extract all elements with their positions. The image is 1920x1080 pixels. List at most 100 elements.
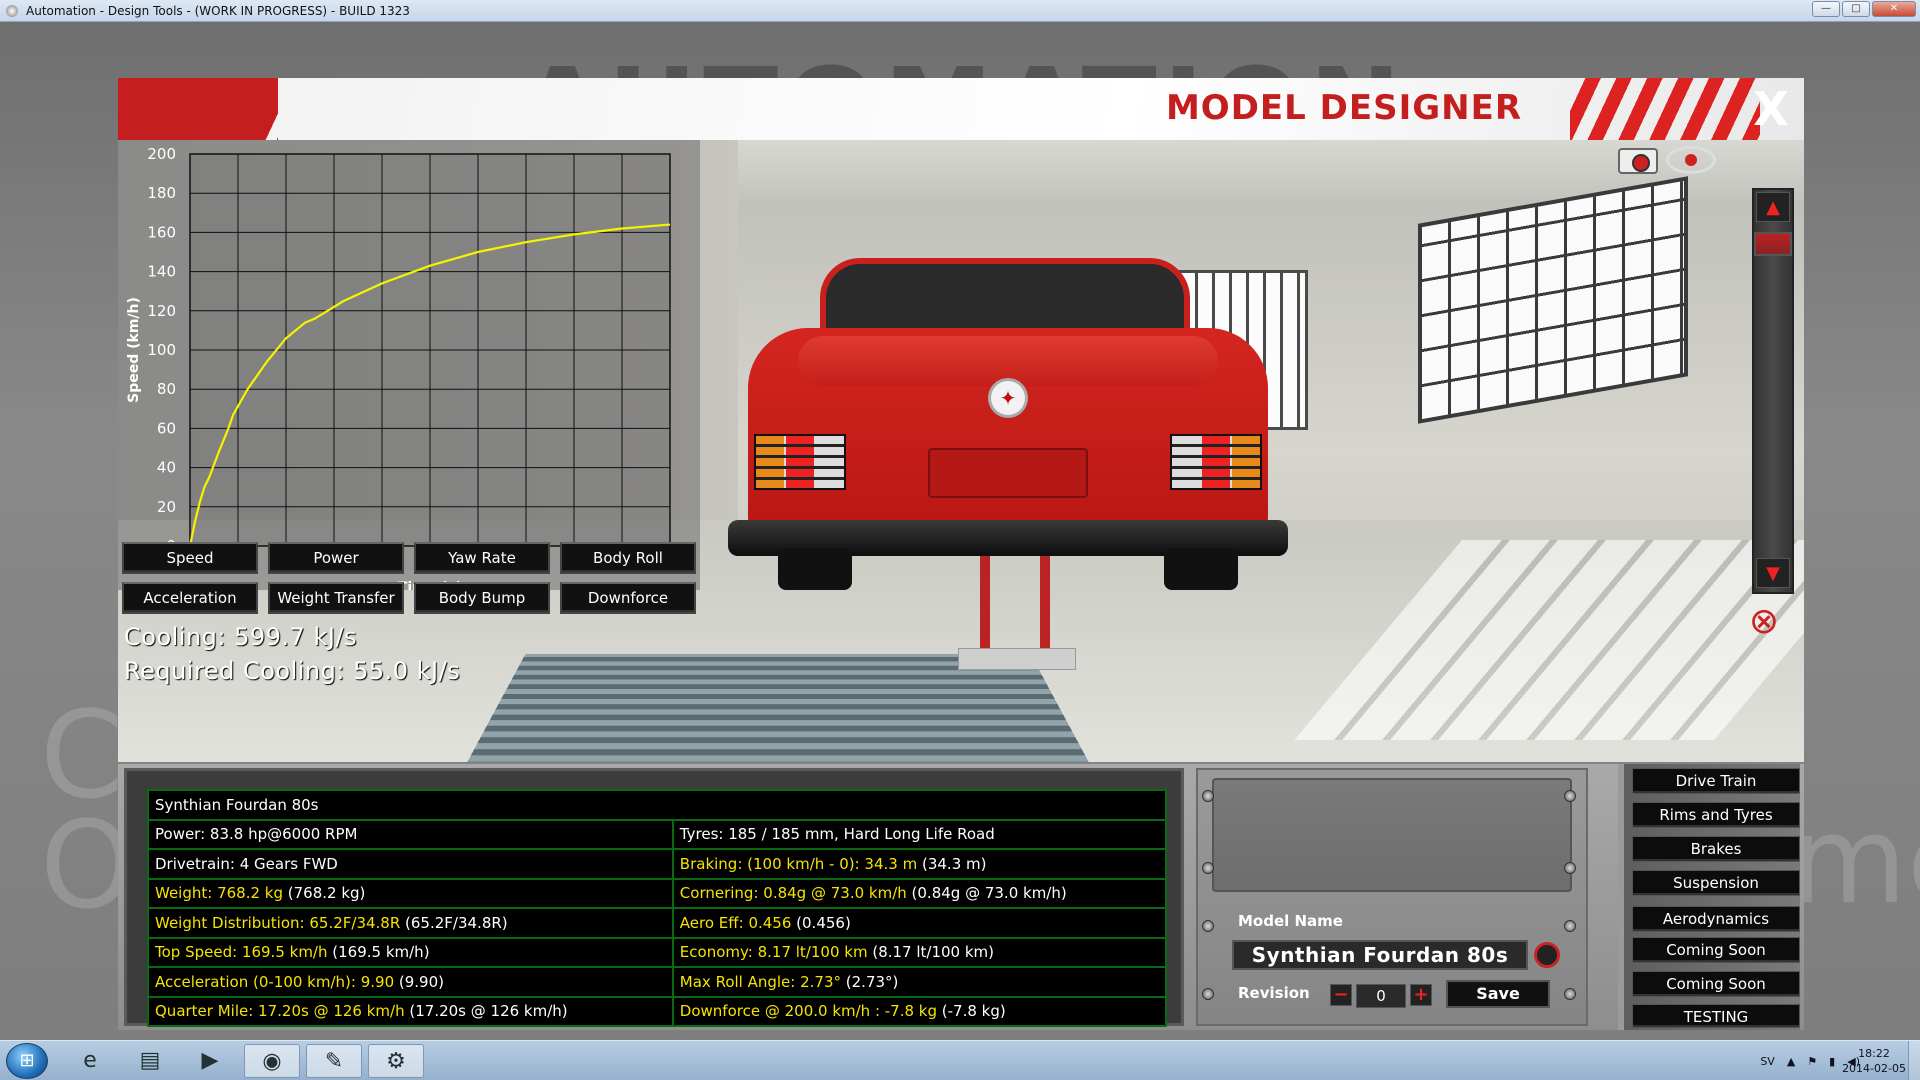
camera-icon[interactable] (1618, 148, 1658, 174)
stat-previous-value: (9.90) (394, 972, 444, 991)
graph-button-downforce[interactable]: Downforce (560, 582, 696, 614)
stat-value: Power: 83.8 hp@6000 RPM (155, 825, 358, 844)
revision-decrement-button[interactable]: − (1330, 984, 1352, 1006)
model-name-input[interactable]: Synthian Fourdan 80s (1232, 940, 1528, 970)
internet-explorer-icon[interactable]: e (62, 1044, 118, 1078)
graph-button-yaw-rate[interactable]: Yaw Rate (414, 542, 550, 574)
stat-value: Braking: (100 km/h - 0): 34.3 m (679, 854, 918, 873)
menu-drive-train[interactable]: Drive Train (1632, 768, 1800, 794)
stat-previous-value: (34.3 m) (917, 854, 987, 873)
menu-suspension[interactable]: Suspension (1632, 870, 1800, 896)
car-lift-base (958, 648, 1076, 670)
graph-button-acceleration[interactable]: Acceleration (122, 582, 258, 614)
stats-cell-right: Economy: 8.17 lt/100 km (8.17 lt/100 km) (671, 936, 1168, 968)
y-tick-label: 60 (157, 419, 176, 437)
stat-value: Weight Distribution: 65.2F/34.8R (155, 913, 401, 932)
model-info-panel: Model Name Synthian Fourdan 80s Revision… (1196, 768, 1588, 1026)
menu-brakes[interactable]: Brakes (1632, 836, 1800, 862)
stats-row: Quarter Mile: 17.20s @ 126 km/h (17.20s … (147, 995, 1168, 1027)
stats-cell-left: Weight: 768.2 kg (768.2 kg) (147, 877, 674, 909)
car-model[interactable]: ✦ (728, 258, 1288, 590)
garage-window-large (1418, 176, 1688, 424)
minimize-button[interactable]: — (1812, 1, 1840, 17)
y-tick-label: 180 (147, 184, 176, 202)
random-name-icon[interactable] (1534, 942, 1560, 968)
revision-increment-button[interactable]: + (1410, 984, 1432, 1006)
header-strip (118, 78, 1804, 140)
menu-rims-and-tyres[interactable]: Rims and Tyres (1632, 802, 1800, 828)
required-cooling-value: Required Cooling: 55.0 kJ/s (124, 657, 461, 685)
car-badge-icon: ✦ (988, 378, 1028, 418)
model-designer-panel: MODEL DESIGNER X ✦ ▲ ▼ ⊗ 20 40 60 80 100… (118, 78, 1804, 1030)
stats-cell-left: Quarter Mile: 17.20s @ 126 km/h (17.20s … (147, 995, 674, 1027)
graph-button-body-roll[interactable]: Body Roll (560, 542, 696, 574)
rivet (1202, 790, 1214, 802)
media-player-icon[interactable]: ▶ (182, 1044, 238, 1078)
designer-side-menu: Drive Train Rims and Tyres Brakes Suspen… (1618, 764, 1800, 1030)
show-desktop-button[interactable] (1908, 1041, 1920, 1080)
close-window-button[interactable]: ✕ (1872, 1, 1916, 17)
wheel-left (778, 548, 852, 590)
flag-icon[interactable]: ⚑ (1807, 1055, 1817, 1068)
stat-previous-value: (65.2F/34.8R) (400, 913, 508, 932)
stat-value: Acceleration (0-100 km/h): 9.90 (155, 972, 395, 991)
graph-button-weight-transfer[interactable]: Weight Transfer (268, 582, 404, 614)
hide-ui-icon[interactable]: ⊗ (1740, 602, 1788, 642)
window-title-bar: Automation - Design Tools - (WORK IN PRO… (0, 0, 1920, 22)
taskbar-clock[interactable]: 18:22 2014-02-05 (1842, 1046, 1906, 1076)
tray-arrow-icon[interactable]: ▲ (1787, 1055, 1795, 1068)
stat-value: Drivetrain: 4 Gears FWD (155, 854, 338, 873)
window-controls: — □ ✕ (1812, 1, 1916, 17)
chrome-icon[interactable]: ◉ (244, 1044, 300, 1078)
close-panel-button[interactable]: X (1750, 82, 1792, 136)
save-button[interactable]: Save (1446, 980, 1550, 1008)
graph-button-speed[interactable]: Speed (122, 542, 258, 574)
graph-button-power[interactable]: Power (268, 542, 404, 574)
stat-value: Tyres: 185 / 185 mm, Hard Long Life Road (679, 825, 995, 844)
stats-cell-right: Aero Eff: 0.456 (0.456) (671, 907, 1168, 939)
stat-value: Quarter Mile: 17.20s @ 126 km/h (155, 1002, 405, 1021)
file-explorer-icon[interactable]: ▤ (122, 1044, 178, 1078)
maximize-button[interactable]: □ (1842, 1, 1870, 17)
stats-cell-left: Weight Distribution: 65.2F/34.8R (65.2F/… (147, 907, 674, 939)
start-button[interactable]: ⊞ (6, 1043, 48, 1079)
menu-coming-soon-1[interactable]: Coming Soon (1632, 937, 1800, 963)
eye-icon[interactable] (1666, 146, 1716, 174)
stats-row: Top Speed: 169.5 km/h (169.5 km/h) Econom… (147, 936, 1168, 968)
stats-cell-right: Max Roll Angle: 2.73° (2.73°) (671, 966, 1168, 998)
language-indicator[interactable]: SV (1760, 1055, 1775, 1068)
stat-previous-value: (17.20s @ 126 km/h) (404, 1002, 568, 1021)
performance-graph-panel: 02040608010012014016018020001020304050Ti… (118, 140, 700, 590)
windows-taskbar: ⊞ e ▤ ▶ ◉ ✎ ⚙ SV ▲ ⚑ ▮ ◀) 18:22 2014-02-05 (0, 1040, 1920, 1080)
page-title: MODEL DESIGNER (1165, 88, 1522, 128)
y-axis-label: Speed (km/h) (126, 297, 142, 403)
stat-previous-value: (8.17 lt/100 km) (867, 943, 995, 962)
stats-cell-right: Downforce @ 200.0 km/h : -7.8 kg (-7.8 k… (671, 995, 1168, 1027)
stat-previous-value: (-7.8 kg) (937, 1002, 1006, 1021)
rivet (1564, 988, 1576, 1000)
menu-testing[interactable]: TESTING (1632, 1004, 1800, 1028)
stats-table: Synthian Fourdan 80s Power: 83.8 hp@6000… (147, 789, 1168, 1027)
zoom-up-button[interactable]: ▲ (1756, 192, 1790, 222)
y-tick-label: 100 (147, 341, 176, 359)
zoom-slider-thumb[interactable] (1754, 232, 1792, 256)
network-icon[interactable]: ▮ (1829, 1055, 1835, 1068)
model-preview-plate (1212, 778, 1572, 892)
menu-aerodynamics[interactable]: Aerodynamics (1632, 906, 1800, 932)
clock-date: 2014-02-05 (1842, 1062, 1906, 1075)
graph-button-body-bump[interactable]: Body Bump (414, 582, 550, 614)
stat-value: Economy: 8.17 lt/100 km (679, 943, 868, 962)
zoom-down-button[interactable]: ▼ (1756, 558, 1790, 588)
stats-row: Acceleration (0-100 km/h): 9.90 (9.90) Ma… (147, 966, 1168, 998)
paint-icon[interactable]: ✎ (306, 1044, 362, 1078)
rivet (1564, 790, 1576, 802)
speed-graph: 02040608010012014016018020001020304050Ti… (126, 145, 680, 590)
menu-coming-soon-2[interactable]: Coming Soon (1632, 971, 1800, 997)
stats-cell-right: Cornering: 0.84g @ 73.0 km/h (0.84g @ 73… (671, 877, 1168, 909)
revision-value: 0 (1356, 984, 1406, 1008)
rivet (1564, 862, 1576, 874)
cooling-value: Cooling: 599.7 kJ/s (124, 623, 358, 651)
automation-game-icon[interactable]: ⚙ (368, 1044, 424, 1078)
y-tick-label: 200 (147, 145, 176, 163)
model-name-label: Model Name (1238, 912, 1343, 930)
